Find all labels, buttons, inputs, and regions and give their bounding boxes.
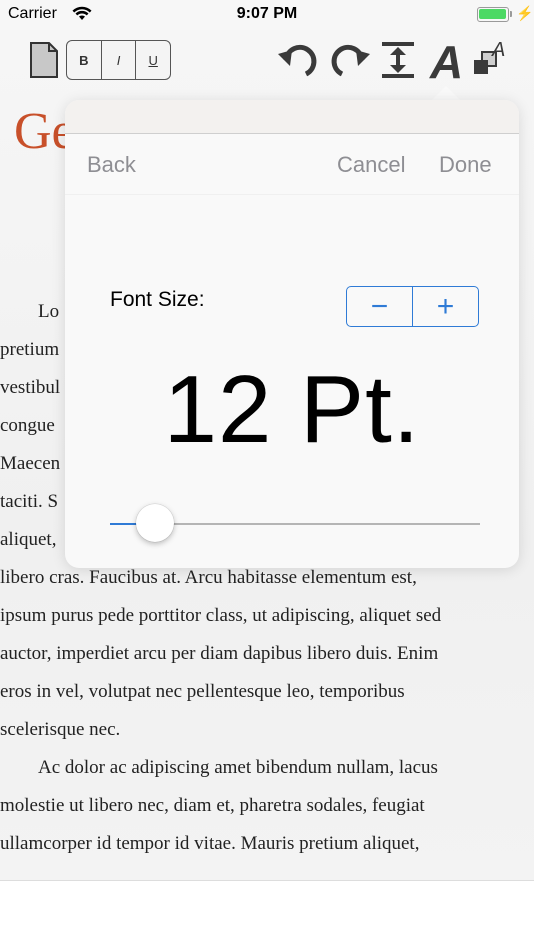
paragraph-line[interactable]: auctor, imperdiet arcu per diam dapibus … [0, 635, 528, 673]
decrease-button[interactable]: − [347, 287, 413, 326]
document-icon[interactable] [29, 41, 59, 84]
divider [65, 194, 519, 195]
slider-track-fill [110, 523, 138, 525]
editor-toolbar: B I U A A [0, 30, 534, 90]
popover-header-band [65, 100, 519, 134]
underline-button[interactable]: U [136, 41, 170, 79]
font-size-stepper: − + [346, 286, 479, 327]
line-spacing-icon[interactable] [381, 40, 415, 85]
done-button[interactable]: Done [439, 152, 492, 178]
italic-button[interactable]: I [102, 41, 137, 79]
font-icon[interactable]: A [428, 36, 468, 88]
font-size-popover: Back Cancel Done Font Size: − + 12 Pt. [65, 100, 519, 568]
status-bar: Carrier 9:07 PM ⚡ [0, 0, 534, 30]
cancel-button[interactable]: Cancel [337, 152, 405, 178]
increase-button[interactable]: + [413, 287, 478, 326]
svg-text:A: A [491, 39, 505, 61]
undo-icon[interactable] [278, 40, 320, 85]
font-size-slider[interactable] [110, 504, 480, 544]
paragraph-line[interactable]: ullamcorper id tempor id vitae. Mauris p… [0, 825, 528, 863]
status-time: 9:07 PM [236, 5, 298, 22]
text-style-group: B I U [66, 40, 171, 80]
text-color-icon[interactable]: A [472, 38, 508, 83]
paragraph-line[interactable]: molestie ut libero nec, diam et, pharetr… [0, 787, 528, 825]
paragraph-line[interactable]: eros in vel, volutpat nec pellentesque l… [0, 673, 528, 711]
bottom-area [0, 880, 534, 951]
redo-icon[interactable] [328, 40, 370, 85]
font-size-value: 12 Pt. [163, 356, 421, 463]
svg-text:A: A [429, 38, 463, 82]
bold-button[interactable]: B [67, 41, 102, 79]
paragraph-line[interactable]: scelerisque nec. [0, 711, 528, 749]
font-size-label: Font Size: [110, 288, 205, 311]
battery-icon [477, 7, 512, 22]
charging-icon: ⚡ [516, 5, 534, 21]
paragraph-line[interactable]: Ac dolor ac adipiscing amet bibendum nul… [38, 749, 534, 787]
paragraph-line[interactable]: ipsum purus pede porttitor class, ut adi… [0, 597, 528, 635]
back-button[interactable]: Back [87, 152, 136, 178]
slider-thumb[interactable] [135, 504, 174, 542]
